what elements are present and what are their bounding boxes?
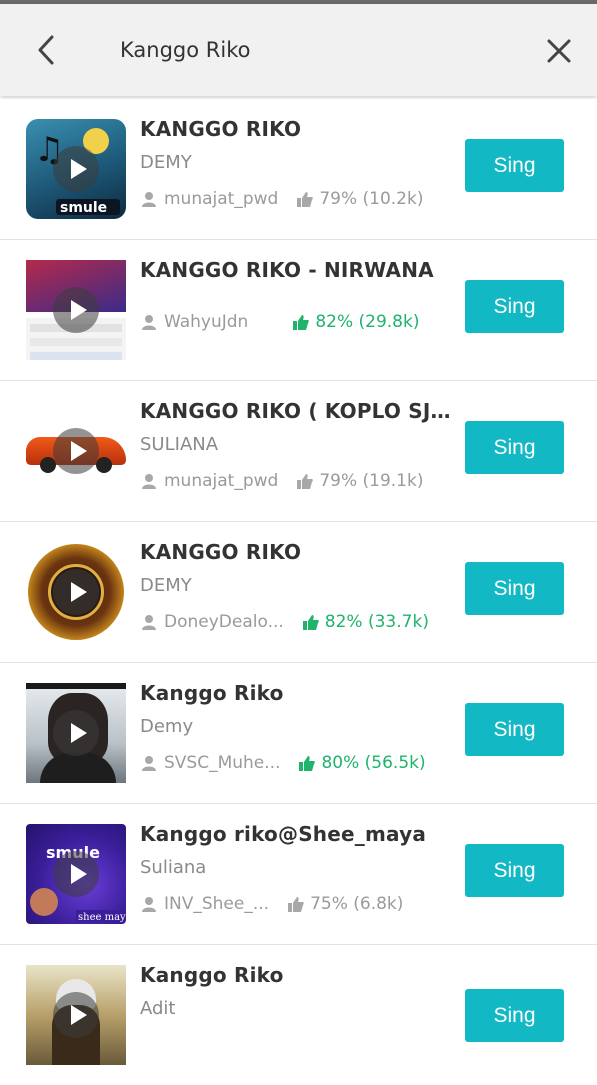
- song-results-list: ♫ smule KANGGO RIKO DEMY munajat_pwd 79%…: [0, 99, 597, 1085]
- song-meta: munajat_pwd 79% (10.2k): [140, 189, 423, 209]
- song-thumbnail-helmet[interactable]: [26, 965, 126, 1065]
- song-row[interactable]: smule shee maya Kanggo riko@Shee_maya Su…: [0, 804, 597, 945]
- rating: 79% (10.2k): [296, 189, 423, 209]
- chevron-left-icon: [38, 35, 54, 65]
- rating-value: 79% (19.1k): [319, 471, 424, 491]
- play-icon: [53, 992, 99, 1038]
- play-icon: [53, 851, 99, 897]
- search-header: Kanggo Riko: [0, 4, 597, 96]
- svg-text:shee maya: shee maya: [78, 912, 126, 923]
- song-row[interactable]: KANGGO RIKO ( KOPLO SJD... SULIANA munaj…: [0, 381, 597, 522]
- song-meta: munajat_pwd 79% (19.1k): [140, 471, 423, 491]
- uploader-name[interactable]: munajat_pwd: [164, 471, 278, 491]
- song-thumbnail-smule-photo[interactable]: smule shee maya: [26, 824, 126, 924]
- song-artist: SULIANA: [140, 434, 219, 455]
- play-icon: [53, 287, 99, 333]
- user-icon: [142, 897, 156, 912]
- song-thumbnail-smule-logo[interactable]: ♫ smule: [26, 119, 126, 219]
- rating-value: 79% (10.2k): [319, 189, 424, 209]
- user-icon: [142, 756, 156, 771]
- song-artist: Adit: [140, 998, 176, 1019]
- rating: 75% (6.8k): [287, 894, 403, 914]
- song-title[interactable]: KANGGO RIKO ( KOPLO SJD...: [140, 399, 455, 423]
- play-icon: [53, 569, 99, 615]
- back-button[interactable]: [30, 32, 64, 68]
- sing-button[interactable]: Sing: [465, 562, 564, 615]
- song-thumbnail-badge[interactable]: [26, 542, 126, 642]
- uploader-name[interactable]: munajat_pwd: [164, 189, 278, 209]
- user-icon: [142, 615, 156, 630]
- uploader-name[interactable]: WahyuJdn: [164, 312, 248, 332]
- rating-value: 75% (6.8k): [310, 894, 404, 914]
- song-title[interactable]: Kanggo Riko: [140, 681, 455, 705]
- song-title[interactable]: Kanggo Riko: [140, 963, 455, 987]
- song-title[interactable]: Kanggo riko@Shee_maya: [140, 822, 455, 846]
- song-row[interactable]: KANGGO RIKO DEMY DoneyDealo... 82% (33.7…: [0, 522, 597, 663]
- thumbs-up-icon: [297, 474, 314, 489]
- sing-button[interactable]: Sing: [465, 421, 564, 474]
- thumbs-up-icon: [299, 756, 316, 771]
- thumbs-up-icon: [302, 615, 319, 630]
- song-thumbnail-sports-car[interactable]: [26, 401, 126, 501]
- rating-value: 80% (56.5k): [321, 753, 426, 773]
- rating: 82% (33.7k): [302, 612, 429, 632]
- uploader-name[interactable]: INV_Shee_...: [164, 894, 269, 914]
- sing-button[interactable]: Sing: [465, 139, 564, 192]
- rating-value: 82% (33.7k): [324, 612, 429, 632]
- song-meta: DoneyDealo... 82% (33.7k): [140, 612, 429, 632]
- song-artist: DEMY: [140, 575, 192, 596]
- play-icon: [53, 146, 99, 192]
- rating: 80% (56.5k): [298, 753, 426, 773]
- sing-button[interactable]: Sing: [465, 989, 564, 1042]
- uploader-name[interactable]: SVSC_Muhe...: [164, 753, 280, 773]
- song-row[interactable]: Kanggo Riko Demy SVSC_Muhe... 80% (56.5k…: [0, 663, 597, 804]
- play-icon: [53, 428, 99, 474]
- song-meta: WahyuJdn 82% (29.8k): [140, 312, 419, 332]
- song-thumbnail-portrait[interactable]: [26, 683, 126, 783]
- thumbs-up-icon: [297, 192, 314, 207]
- song-thumbnail-app-screenshot[interactable]: [26, 260, 126, 360]
- user-icon: [142, 474, 156, 489]
- thumbs-up-icon: [293, 315, 310, 330]
- play-icon: [53, 710, 99, 756]
- rating: 82% (29.8k): [292, 312, 419, 332]
- user-icon: [142, 315, 156, 330]
- thumbs-up-icon: [288, 897, 304, 912]
- sing-button[interactable]: Sing: [465, 280, 564, 333]
- close-icon: [547, 39, 571, 63]
- song-title[interactable]: KANGGO RIKO - NIRWANA: [140, 258, 455, 282]
- rating: 79% (19.1k): [296, 471, 423, 491]
- song-title[interactable]: KANGGO RIKO: [140, 540, 455, 564]
- song-artist: DEMY: [140, 152, 192, 173]
- song-meta: SVSC_Muhe... 80% (56.5k): [140, 753, 426, 773]
- song-artist: Suliana: [140, 857, 207, 878]
- sing-button[interactable]: Sing: [465, 703, 564, 756]
- song-meta: INV_Shee_... 75% (6.8k): [140, 894, 403, 914]
- clear-search-button[interactable]: [540, 32, 578, 70]
- uploader-name[interactable]: DoneyDealo...: [164, 612, 284, 632]
- sing-button[interactable]: Sing: [465, 844, 564, 897]
- song-row[interactable]: ♫ smule KANGGO RIKO DEMY munajat_pwd 79%…: [0, 99, 597, 240]
- search-query-text[interactable]: Kanggo Riko: [120, 34, 250, 66]
- svg-text:smule: smule: [60, 200, 107, 216]
- rating-value: 82% (29.8k): [315, 312, 420, 332]
- user-icon: [142, 192, 156, 207]
- song-row[interactable]: KANGGO RIKO - NIRWANA WahyuJdn 82% (29.8…: [0, 240, 597, 381]
- song-title[interactable]: KANGGO RIKO: [140, 117, 455, 141]
- song-artist: Demy: [140, 716, 194, 737]
- song-row[interactable]: Kanggo Riko Adit Sing: [0, 945, 597, 1085]
